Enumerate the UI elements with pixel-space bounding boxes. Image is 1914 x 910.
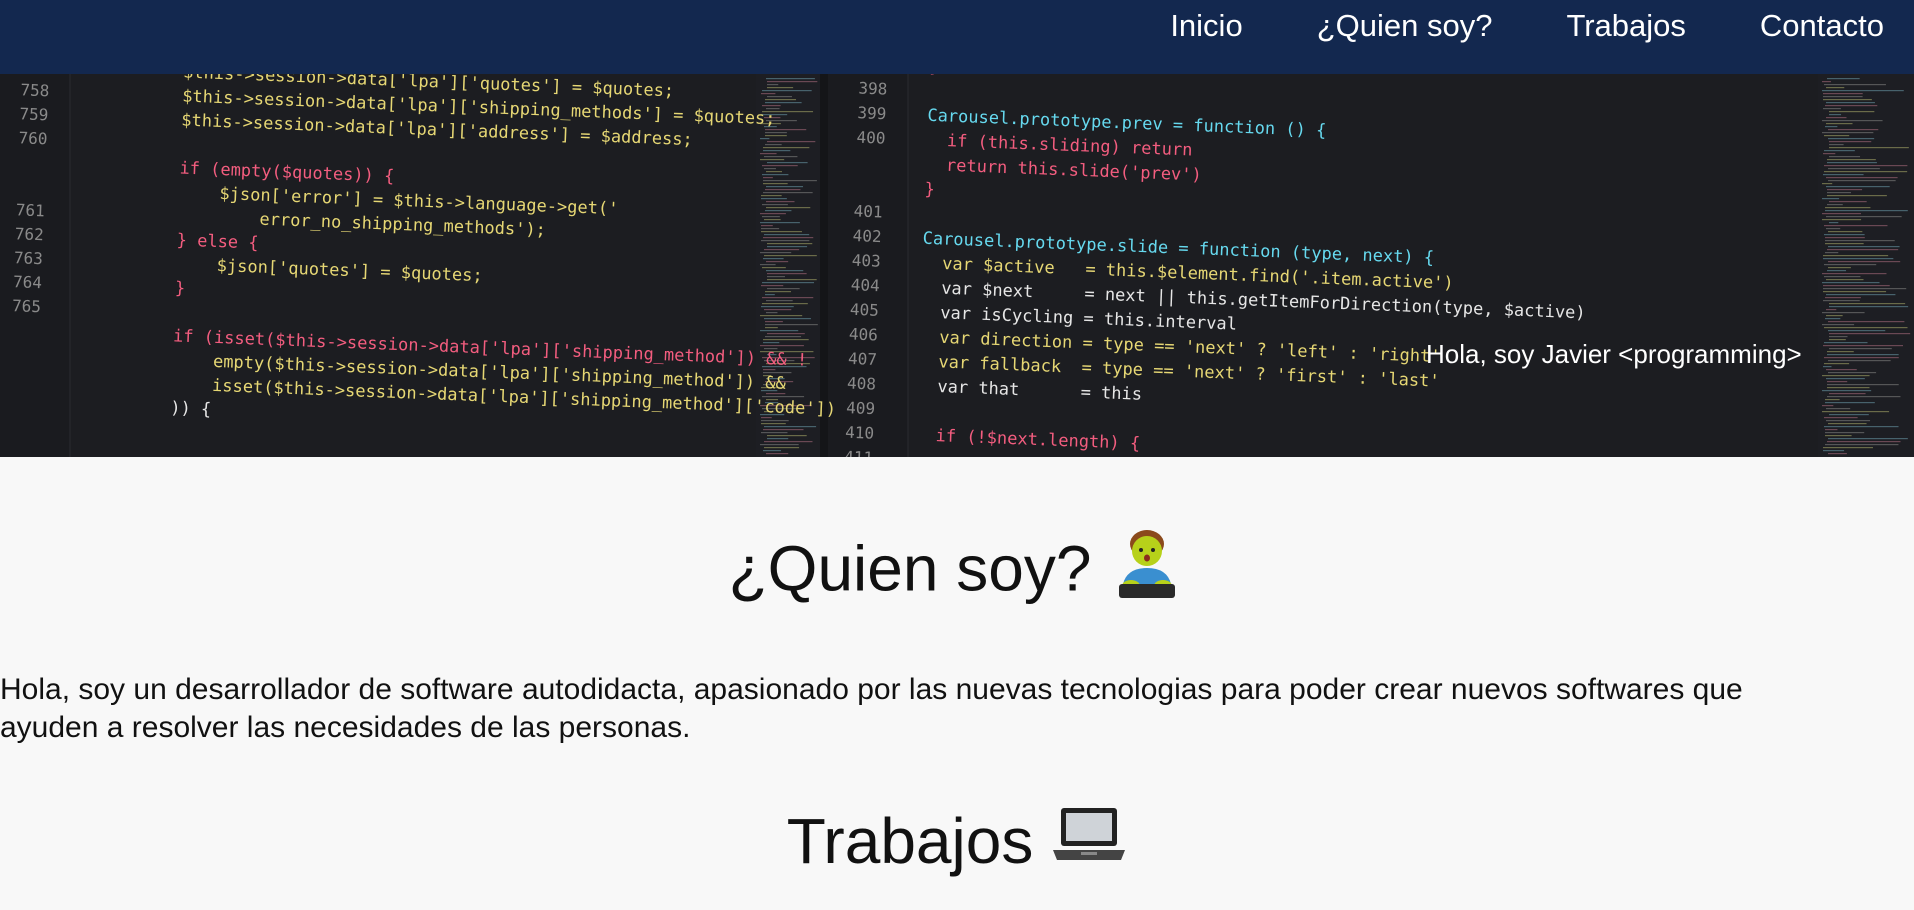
about-section-title: ¿Quien soy? (0, 528, 1914, 619)
code-background-image: $this->session->data['lpa']['quotes'] = … (0, 74, 1914, 457)
nav-link-contacto[interactable]: Contacto (1760, 8, 1884, 44)
about-description: Hola, soy un desarrollador de software a… (0, 673, 1743, 744)
line-number: 762 (15, 224, 45, 244)
line-number: 404 (851, 275, 881, 295)
line-number: 764 (13, 272, 43, 292)
line-number: 401 (853, 201, 883, 221)
hero-tagline: Hola, soy Javier <programming> (1426, 339, 1802, 369)
nav-menu: Inicio ¿Quien soy? Trabajos Contacto (1096, 0, 1884, 52)
code-line: } (175, 278, 186, 298)
line-number: 409 (846, 398, 876, 418)
code-line: } else { (176, 230, 259, 253)
code-line: )) { (170, 398, 212, 420)
nav-link-inicio[interactable]: Inicio (1170, 8, 1242, 44)
about-title-text: ¿Quien soy? (728, 532, 1092, 605)
line-number: 402 (852, 226, 882, 246)
works-title-text: Trabajos (786, 805, 1034, 877)
line-number: 761 (15, 200, 45, 220)
line-number: 763 (14, 248, 44, 268)
line-number: 405 (850, 300, 880, 320)
code-line: } (924, 180, 935, 200)
works-section-title: Trabajos (0, 804, 1914, 885)
man-technologist-icon (1109, 524, 1185, 615)
line-number: 398 (858, 79, 888, 99)
line-number: 758 (20, 80, 50, 100)
line-number: 407 (848, 349, 878, 369)
line-number: 759 (19, 104, 49, 124)
line-number: 760 (18, 128, 48, 148)
hero-banner: $this->session->data['lpa']['quotes'] = … (0, 74, 1914, 457)
line-number: 400 (856, 128, 886, 148)
line-number: 765 (12, 296, 42, 316)
laptop-icon (1051, 804, 1127, 881)
line-number: 411 (844, 447, 874, 457)
line-number: 403 (851, 251, 881, 271)
line-number: 406 (849, 324, 879, 344)
top-navbar: Inicio ¿Quien soy? Trabajos Contacto (0, 0, 1914, 74)
nav-link-trabajos[interactable]: Trabajos (1566, 8, 1685, 44)
line-number: 399 (857, 103, 887, 123)
line-number: 410 (845, 423, 875, 443)
nav-link-quien-soy[interactable]: ¿Quien soy? (1317, 8, 1493, 44)
code-line: } (929, 74, 940, 77)
line-number: 408 (847, 374, 877, 394)
